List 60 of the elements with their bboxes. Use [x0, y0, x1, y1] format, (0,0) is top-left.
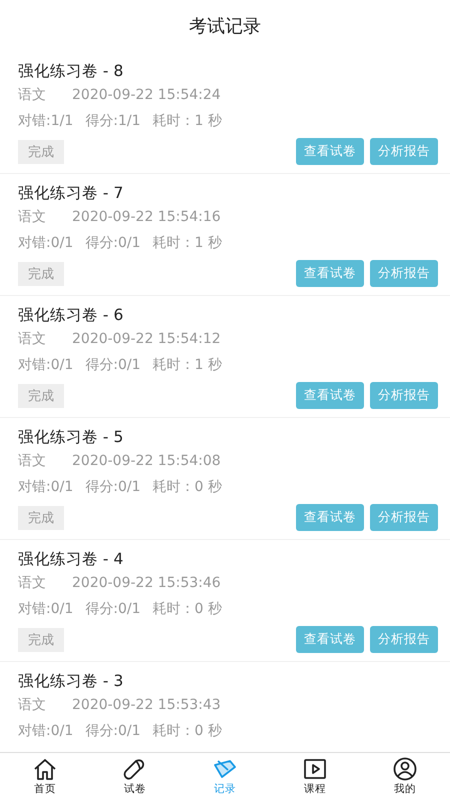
record-title: 强化练习卷 - 5	[18, 427, 124, 448]
duration-text: 耗时：1 秒	[152, 112, 222, 131]
home-icon	[32, 757, 58, 781]
record-time: 2020-09-22 15:53:46	[72, 574, 221, 593]
duration-text: 耗时：0 秒	[152, 722, 222, 741]
record-time: 2020-09-22 15:54:12	[72, 330, 221, 349]
score-text: 得分:0/1	[85, 234, 140, 253]
score-text: 得分:0/1	[85, 722, 140, 741]
record-time: 2020-09-22 15:54:16	[72, 208, 221, 227]
subject-label: 语文	[18, 574, 46, 593]
action-button[interactable]: 分析报告	[370, 138, 438, 165]
record-title: 强化练习卷 - 4	[18, 549, 124, 570]
duration-text: 耗时：1 秒	[152, 234, 222, 253]
subject-label: 语文	[18, 696, 46, 715]
action-button[interactable]: 查看试卷	[296, 382, 364, 409]
record-title: 强化练习卷 - 3	[18, 671, 124, 692]
action-button[interactable]: 分析报告	[370, 626, 438, 653]
score-text: 得分:0/1	[85, 478, 140, 497]
correct-count: 对错:0/1	[18, 234, 74, 253]
user-icon	[392, 757, 418, 781]
duration-text: 耗时：0 秒	[152, 478, 222, 497]
record-time: 2020-09-22 15:53:43	[72, 696, 221, 715]
tab-item[interactable]: 首页	[0, 753, 90, 800]
action-button[interactable]: 查看试卷	[296, 138, 364, 165]
correct-count: 对错:1/1	[18, 112, 74, 131]
subject-label: 语文	[18, 452, 46, 471]
record-time: 2020-09-22 15:54:08	[72, 452, 221, 471]
tab-item[interactable]: 记录	[180, 753, 270, 800]
score-text: 得分:0/1	[85, 600, 140, 619]
duration-text: 耗时：1 秒	[152, 356, 222, 375]
status-badge: 完成	[18, 628, 64, 652]
status-badge: 完成	[18, 140, 64, 164]
subject-label: 语文	[18, 330, 46, 349]
tab-item[interactable]: 我的	[360, 753, 450, 800]
action-button[interactable]: 分析报告	[370, 504, 438, 531]
status-badge: 完成	[18, 262, 64, 286]
page-title: 考试记录	[189, 15, 261, 38]
action-button[interactable]: 查看试卷	[296, 504, 364, 531]
subject-label: 语文	[18, 208, 46, 227]
action-button[interactable]: 查看试卷	[296, 260, 364, 287]
correct-count: 对错:0/1	[18, 356, 74, 375]
subject-label: 语文	[18, 86, 46, 105]
record-time: 2020-09-22 15:54:24	[72, 86, 221, 105]
duration-text: 耗时：0 秒	[152, 600, 222, 619]
record-title: 强化练习卷 - 7	[18, 183, 124, 204]
action-button[interactable]: 分析报告	[370, 260, 438, 287]
score-text: 得分:0/1	[85, 356, 140, 375]
tab-item[interactable]: 试卷	[90, 753, 180, 800]
action-button[interactable]: 查看试卷	[296, 626, 364, 653]
score-text: 得分:1/1	[85, 112, 140, 131]
action-button[interactable]: 分析报告	[370, 382, 438, 409]
record-title: 强化练习卷 - 8	[18, 61, 124, 82]
tab-item[interactable]: 课程	[270, 753, 360, 800]
correct-count: 对错:0/1	[18, 600, 74, 619]
status-badge: 完成	[18, 384, 64, 408]
play-icon	[302, 757, 328, 781]
correct-count: 对错:0/1	[18, 478, 74, 497]
record-title: 强化练习卷 - 6	[18, 305, 124, 326]
correct-count: 对错:0/1	[18, 722, 74, 741]
status-badge: 完成	[18, 506, 64, 530]
